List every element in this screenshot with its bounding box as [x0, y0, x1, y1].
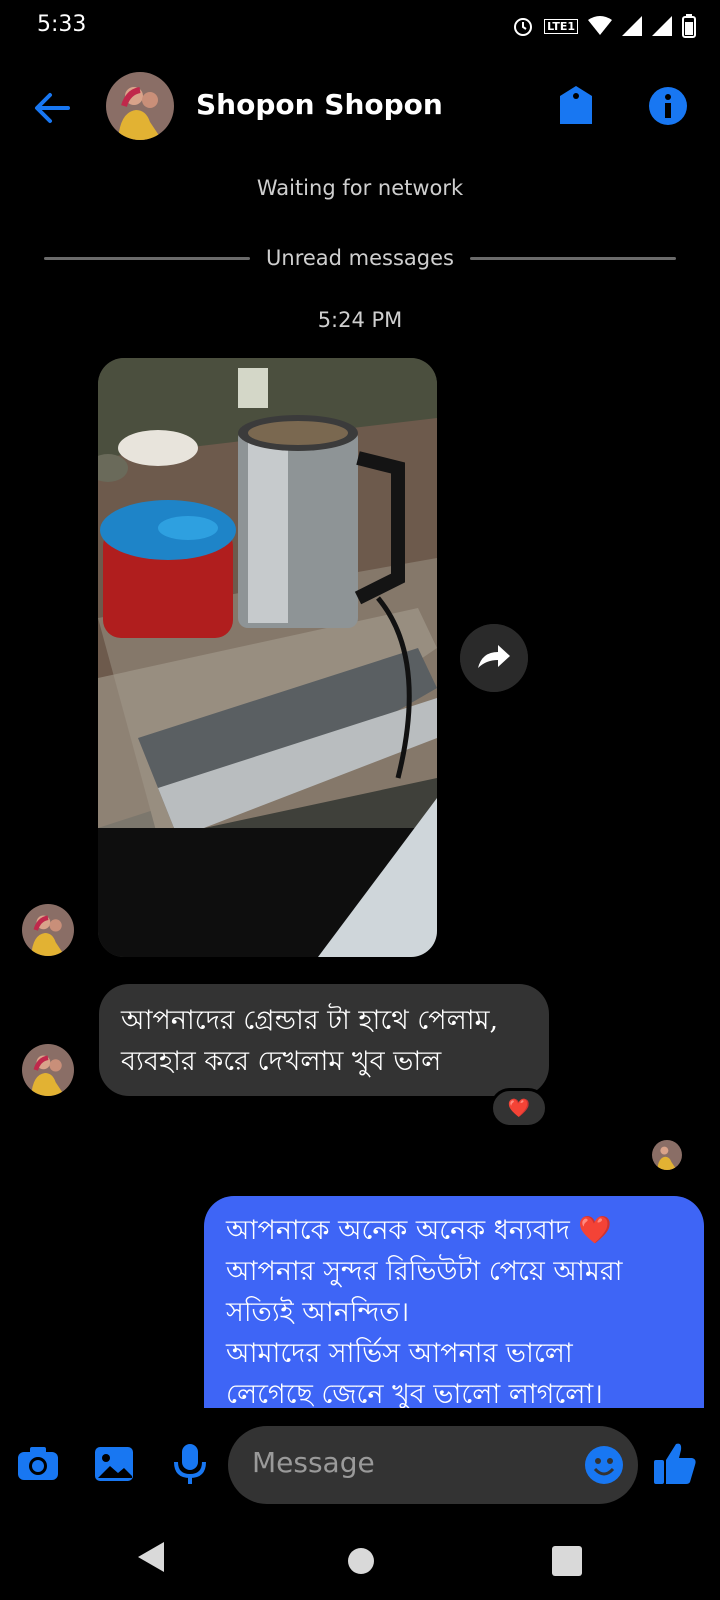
incoming-message-line: ব্যবহার করে দেখলাম খুব ভাল [121, 1046, 442, 1077]
outgoing-message-bubble[interactable]: আপনাকে অনেক অনেক ধন্যবাদ ❤️ আপনার সুন্দর… [204, 1196, 704, 1408]
nav-recents-button[interactable] [552, 1546, 582, 1576]
photo-message[interactable] [98, 358, 437, 957]
emoji-icon[interactable] [584, 1445, 624, 1485]
thumbs-up-icon[interactable] [652, 1440, 698, 1486]
outgoing-message-line: সত্যিই আনন্দিত। [226, 1297, 410, 1328]
chat-area[interactable]: Shopon Shopon Waiting for network Unread… [0, 0, 720, 1408]
gallery-icon[interactable] [92, 1442, 136, 1486]
outgoing-message-line: আপনাকে অনেক অনেক ধন্যবাদ ❤️ [226, 1215, 613, 1246]
message-timestamp: 5:24 PM [317, 308, 403, 332]
share-forward-icon[interactable] [460, 624, 528, 692]
sender-avatar[interactable] [22, 904, 74, 956]
contact-name[interactable]: Shopon Shopon [196, 88, 443, 121]
microphone-icon[interactable] [168, 1442, 212, 1486]
camera-icon[interactable] [16, 1442, 60, 1486]
nav-back-icon[interactable] [136, 1540, 166, 1574]
divider-line-right [469, 256, 676, 260]
outgoing-message-line: লেগেছে জেনে খুব ভালো লাগলো। [226, 1379, 603, 1408]
unread-label: Unread messages [266, 246, 454, 270]
outgoing-message-line: আপনার সুন্দর রিভিউটা পেয়ে আমরা [226, 1256, 623, 1287]
secure-shield-icon[interactable] [556, 84, 596, 128]
back-arrow-icon[interactable] [30, 86, 74, 130]
sender-avatar[interactable] [22, 1044, 74, 1096]
network-status: Waiting for network [256, 176, 464, 200]
nav-home-button[interactable] [348, 1548, 374, 1574]
contact-avatar[interactable] [106, 72, 174, 140]
unread-divider: Unread messages [44, 246, 676, 270]
incoming-message-bubble[interactable]: আপনাদের গ্রেন্ডার টা হাথে পেলাম, ব্যবহার… [99, 984, 549, 1096]
heart-reaction[interactable]: ❤️ [490, 1088, 548, 1128]
seen-avatar [652, 1140, 682, 1170]
incoming-message-line: আপনাদের গ্রেন্ডার টা হাথে পেলাম, [121, 1005, 499, 1036]
heart-reaction-emoji: ❤️ [507, 1097, 531, 1119]
info-icon[interactable] [648, 86, 688, 126]
message-placeholder[interactable]: Message [252, 1446, 375, 1479]
outgoing-message-line: আমাদের সার্ভিস আপনার ভালো [226, 1338, 573, 1369]
divider-line-left [44, 256, 251, 260]
